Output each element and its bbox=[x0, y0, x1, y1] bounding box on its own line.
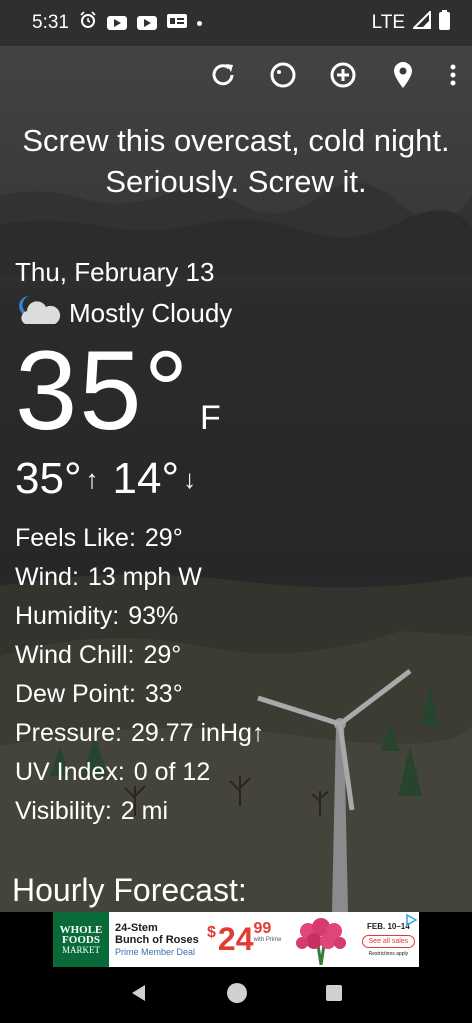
network-type: LTE bbox=[371, 12, 405, 33]
ad-right: FEB. 10–14 See all sales Restrictions ap… bbox=[361, 922, 416, 957]
more-vert-icon[interactable] bbox=[448, 60, 458, 90]
current-conditions: Thu, February 13 Mostly Cloudy 35° F 35°… bbox=[15, 256, 455, 831]
status-bar: 5:31 LTE bbox=[0, 0, 472, 46]
youtube-icon bbox=[136, 16, 157, 30]
detail-value: 0 of 12 bbox=[133, 758, 211, 786]
ad-title-1: 24-Stem bbox=[115, 921, 158, 934]
current-temperature: 35° bbox=[15, 328, 191, 453]
detail-dew-point: Dew Point: 33° bbox=[15, 675, 455, 714]
ad-title-2: Bunch of Roses bbox=[115, 933, 199, 946]
detail-pressure: Pressure: 29.77 inHg↑ bbox=[15, 714, 455, 753]
battery-icon bbox=[439, 10, 450, 36]
detail-label: Pressure: bbox=[15, 719, 122, 747]
detail-uv-index: UV Index: 0 of 12 bbox=[15, 753, 455, 792]
detail-label: Feels Like: bbox=[15, 524, 136, 552]
ad-choices-icon[interactable] bbox=[405, 914, 417, 926]
theme-icon[interactable] bbox=[268, 60, 298, 90]
youtube-icon bbox=[106, 16, 127, 30]
detail-value: 29° bbox=[143, 641, 182, 669]
up-arrow-icon: ↑ bbox=[85, 464, 99, 494]
detail-value: 29° bbox=[144, 524, 183, 552]
ad-price: $ 24 99 with Prime bbox=[207, 921, 282, 958]
detail-label: Dew Point: bbox=[15, 680, 136, 708]
hourly-forecast-title: Hourly Forecast: bbox=[12, 872, 247, 908]
price-whole: 24 bbox=[217, 921, 254, 957]
logo-text-2: FOODS bbox=[62, 933, 100, 946]
logo-text-3: MARKET bbox=[62, 944, 100, 955]
roses-image bbox=[295, 917, 346, 965]
see-all-sales-button[interactable]: See all sales bbox=[361, 935, 416, 948]
high-temperature: 35° bbox=[15, 454, 82, 503]
logo-text-1: WHOLE bbox=[59, 923, 103, 936]
refresh-icon[interactable] bbox=[208, 60, 238, 90]
detail-label: Visibility: bbox=[15, 797, 112, 825]
price-note: with Prime bbox=[253, 937, 282, 943]
back-icon[interactable] bbox=[129, 983, 149, 1008]
ad-copy: 24-Stem Bunch of Roses Prime Member Deal bbox=[115, 922, 207, 958]
detail-value: 29.77 inHg↑ bbox=[130, 719, 265, 747]
news-icon bbox=[166, 12, 187, 34]
low-temperature: 14° bbox=[112, 454, 180, 503]
whole-foods-logo: WHOLE FOODS MARKET bbox=[53, 912, 109, 967]
temperature-unit[interactable]: F bbox=[200, 399, 221, 438]
detail-humidity: Humidity: 93% bbox=[15, 597, 455, 636]
detail-label: UV Index: bbox=[15, 758, 125, 786]
dot-icon bbox=[196, 20, 202, 26]
detail-label: Wind Chill: bbox=[15, 641, 135, 669]
ad-subtitle: Prime Member Deal bbox=[115, 946, 196, 957]
add-location-icon[interactable] bbox=[328, 60, 358, 90]
weather-app: Screw this overcast, cold night. Serious… bbox=[0, 46, 472, 912]
high-low-row: 35° ↑ 14° ↓ bbox=[15, 455, 455, 503]
down-arrow-icon: ↓ bbox=[183, 464, 197, 494]
ad-banner[interactable]: WHOLE FOODS MARKET 24-Stem Bunch of Rose… bbox=[53, 912, 419, 967]
temperature-row: 35° F bbox=[15, 335, 455, 447]
status-time: 5:31 bbox=[32, 12, 69, 33]
weather-details: Feels Like: 29° Wind: 13 mph W Humidity: 93… bbox=[15, 519, 455, 831]
ad-fine-print: Restrictions apply bbox=[368, 951, 409, 957]
detail-value: 93% bbox=[128, 602, 179, 630]
signal-icon bbox=[411, 9, 431, 35]
detail-wind: Wind: 13 mph W bbox=[15, 558, 455, 597]
toolbar bbox=[208, 60, 458, 90]
detail-value: 13 mph W bbox=[87, 563, 202, 591]
detail-wind-chill: Wind Chill: 29° bbox=[15, 636, 455, 675]
home-icon[interactable] bbox=[226, 982, 248, 1009]
detail-visibility: Visibility: 2 mi bbox=[15, 792, 455, 831]
detail-label: Humidity: bbox=[15, 602, 120, 630]
detail-feels-like: Feels Like: 29° bbox=[15, 519, 455, 558]
recents-icon[interactable] bbox=[325, 984, 343, 1007]
detail-value: 2 mi bbox=[120, 797, 169, 825]
alarm-icon bbox=[79, 11, 97, 35]
detail-value: 33° bbox=[144, 680, 183, 708]
system-navigation-bar bbox=[0, 968, 472, 1023]
condition-text: Mostly Cloudy bbox=[69, 298, 233, 328]
detail-label: Wind: bbox=[15, 563, 79, 591]
current-date: Thu, February 13 bbox=[15, 257, 215, 287]
location-pin-icon[interactable] bbox=[388, 60, 418, 90]
ad-banner-bar: WHOLE FOODS MARKET 24-Stem Bunch of Rose… bbox=[0, 912, 472, 968]
price-symbol: $ bbox=[207, 924, 216, 941]
snarky-headline: Screw this overcast, cold night. Serious… bbox=[22, 123, 450, 199]
price-cents: 99 bbox=[253, 920, 272, 937]
